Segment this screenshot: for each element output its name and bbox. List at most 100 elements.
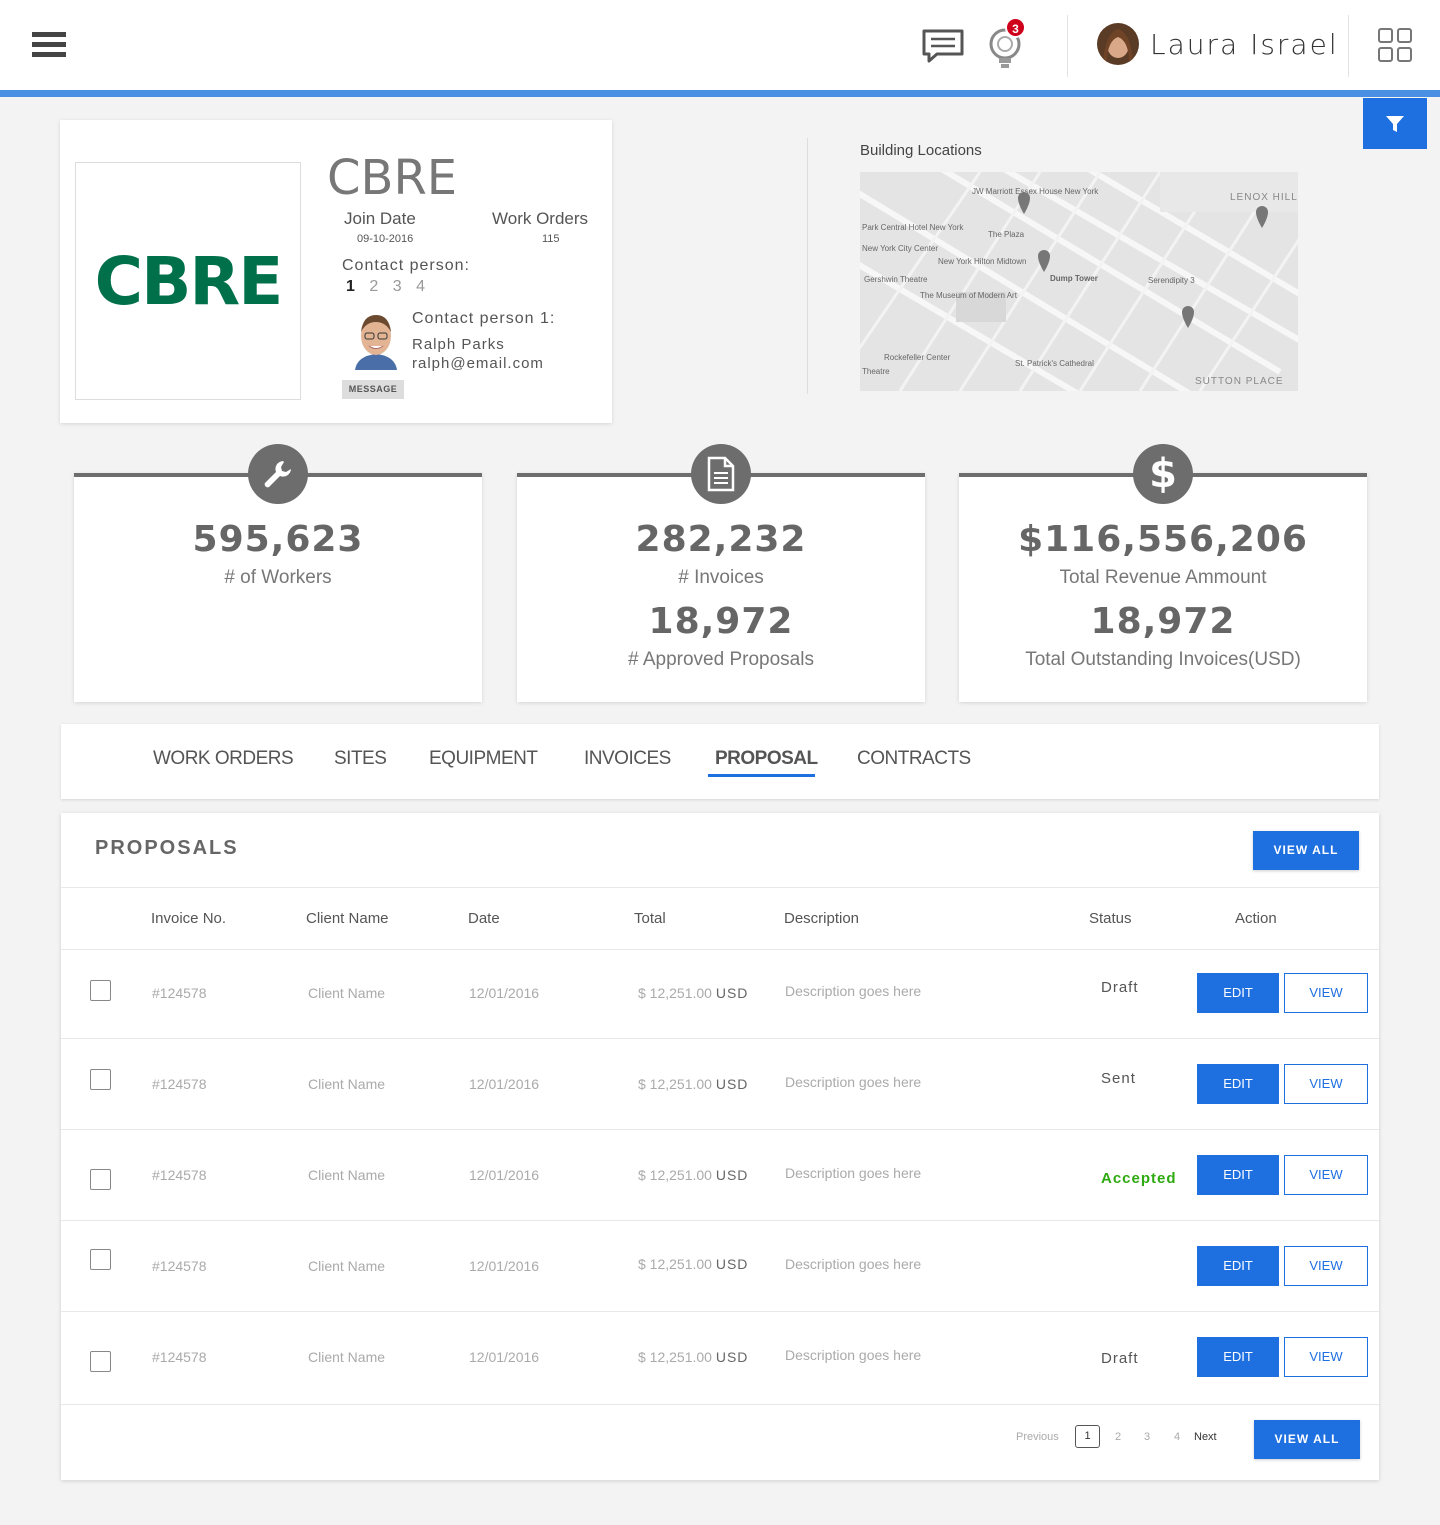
edit-button[interactable]: EDIT	[1197, 973, 1279, 1013]
divider	[807, 138, 808, 394]
col-invoice-no[interactable]: Invoice No.	[151, 910, 226, 927]
date: 12/01/2016	[469, 985, 540, 1001]
map-label: Park Central Hotel New York	[862, 223, 964, 232]
col-client-name[interactable]: Client Name	[306, 910, 389, 927]
invoice-no[interactable]: #124578	[152, 1167, 207, 1183]
description: Description goes here	[785, 983, 922, 999]
revenue-label: Total Revenue Ammount	[1059, 567, 1267, 588]
row-checkbox[interactable]	[90, 980, 111, 1001]
tab-work-orders[interactable]: WORK ORDERS	[153, 748, 294, 770]
message-button[interactable]: MESSAGE	[342, 380, 404, 399]
map-label: Gershwin Theatre	[864, 275, 928, 284]
map-label: New York Hilton Midtown	[938, 257, 1026, 266]
approved-proposals-count: 18,972	[648, 601, 794, 642]
col-status[interactable]: Status	[1089, 910, 1132, 927]
status-badge: Accepted	[1101, 1170, 1177, 1187]
pagination-previous[interactable]: Previous	[1016, 1431, 1059, 1443]
active-tab-indicator	[708, 774, 815, 777]
contact-page-2[interactable]: 2	[369, 278, 378, 295]
row-checkbox[interactable]	[90, 1169, 111, 1190]
client-name: Client Name	[308, 1167, 386, 1183]
workers-count: 595,623	[192, 519, 364, 560]
map-label: SUTTON PLACE	[1195, 376, 1284, 387]
edit-button[interactable]: EDIT	[1197, 1064, 1279, 1104]
chat-icon[interactable]	[921, 28, 965, 66]
approved-proposals-label: # Approved Proposals	[628, 649, 814, 670]
contact-page-1[interactable]: 1	[346, 278, 355, 295]
divider	[61, 1129, 1379, 1130]
building-locations-map[interactable]: JW Marriott Essex House New York Park Ce…	[860, 172, 1298, 391]
map-label: The Museum of Modern Art	[920, 291, 1018, 300]
tab-proposal[interactable]: PROPOSAL	[715, 748, 818, 770]
contact1-email[interactable]: ralph@email.com	[412, 355, 544, 372]
contact-page-3[interactable]: 3	[393, 278, 402, 295]
col-description[interactable]: Description	[784, 910, 859, 927]
top-bar: 3 Laura Israel	[0, 0, 1440, 90]
apps-grid-icon[interactable]	[1378, 28, 1412, 62]
client-name: Client Name	[308, 985, 386, 1001]
divider	[1067, 15, 1068, 77]
pagination-page-1[interactable]: 1	[1075, 1425, 1100, 1448]
notification-badge: 3	[1005, 17, 1026, 38]
view-all-button-bottom[interactable]: VIEW ALL	[1254, 1420, 1360, 1459]
workers-label: # of Workers	[224, 567, 332, 588]
view-button[interactable]: VIEW	[1284, 1246, 1368, 1286]
invoice-no[interactable]: #124578	[152, 1258, 207, 1274]
work-orders-label: Work Orders	[492, 209, 589, 228]
contact-photo	[353, 310, 399, 370]
divider	[61, 1038, 1379, 1039]
view-button[interactable]: VIEW	[1284, 1064, 1368, 1104]
map-label: LENOX HILL	[1230, 192, 1298, 203]
view-button[interactable]: VIEW	[1284, 973, 1368, 1013]
company-card: CBRE CBRE Join Date 09-10-2016 Work Orde…	[60, 120, 612, 423]
date: 12/01/2016	[469, 1167, 540, 1183]
menu-icon[interactable]	[32, 32, 66, 58]
col-date[interactable]: Date	[468, 910, 500, 927]
edit-button[interactable]: EDIT	[1197, 1337, 1279, 1377]
view-all-button[interactable]: VIEW ALL	[1253, 831, 1359, 870]
pagination-page-2[interactable]: 2	[1115, 1431, 1121, 1443]
outstanding-invoices-count: 18,972	[1090, 601, 1236, 642]
proposals-panel: PROPOSALS VIEW ALL Invoice No. Client Na…	[61, 813, 1379, 1480]
tab-equipment[interactable]: EQUIPMENT	[429, 748, 538, 770]
map-label: Theatre	[862, 367, 890, 376]
filter-button[interactable]	[1363, 98, 1427, 149]
invoice-no[interactable]: #124578	[152, 985, 207, 1001]
contact1-name: Ralph Parks	[412, 336, 505, 353]
avatar[interactable]	[1097, 23, 1139, 65]
invoice-no[interactable]: #124578	[152, 1349, 207, 1365]
client-name: Client Name	[308, 1076, 386, 1092]
stat-card-workers: 595,623 # of Workers	[74, 444, 482, 702]
date: 12/01/2016	[469, 1349, 540, 1365]
edit-button[interactable]: EDIT	[1197, 1246, 1279, 1286]
edit-button[interactable]: EDIT	[1197, 1155, 1279, 1195]
contact1-label: Contact person 1:	[412, 310, 556, 327]
total: $ 12,251.00 USD	[638, 1256, 749, 1272]
row-checkbox[interactable]	[90, 1351, 111, 1372]
map-label: New York City Center	[862, 244, 938, 253]
view-button[interactable]: VIEW	[1284, 1337, 1368, 1377]
tab-invoices[interactable]: INVOICES	[584, 748, 671, 770]
contact-page-4[interactable]: 4	[416, 278, 425, 295]
topbar-accent-line	[0, 90, 1440, 97]
contact-pagination: 1 2 3 4	[346, 278, 435, 296]
map-label: Serendipity 3	[1148, 276, 1195, 285]
wrench-icon	[248, 444, 308, 504]
logo-text: CBRE	[94, 242, 284, 320]
tab-sites[interactable]: SITES	[334, 748, 387, 770]
stat-card-revenue: $ $116,556,206 Total Revenue Ammount 18,…	[959, 444, 1367, 702]
col-total[interactable]: Total	[634, 910, 666, 927]
pagination-next[interactable]: Next	[1194, 1431, 1217, 1443]
total: $ 12,251.00 USD	[638, 1167, 749, 1183]
pagination-page-3[interactable]: 3	[1144, 1431, 1150, 1443]
outstanding-invoices-label: Total Outstanding Invoices(USD)	[1025, 649, 1301, 670]
pagination-page-4[interactable]: 4	[1174, 1431, 1180, 1443]
view-button[interactable]: VIEW	[1284, 1155, 1368, 1195]
invoice-no[interactable]: #124578	[152, 1076, 207, 1092]
map-title: Building Locations	[860, 142, 982, 159]
row-checkbox[interactable]	[90, 1069, 111, 1090]
user-name[interactable]: Laura Israel	[1150, 28, 1339, 61]
invoices-count: 282,232	[635, 519, 807, 560]
tab-contracts[interactable]: CONTRACTS	[857, 748, 971, 770]
row-checkbox[interactable]	[90, 1249, 111, 1270]
